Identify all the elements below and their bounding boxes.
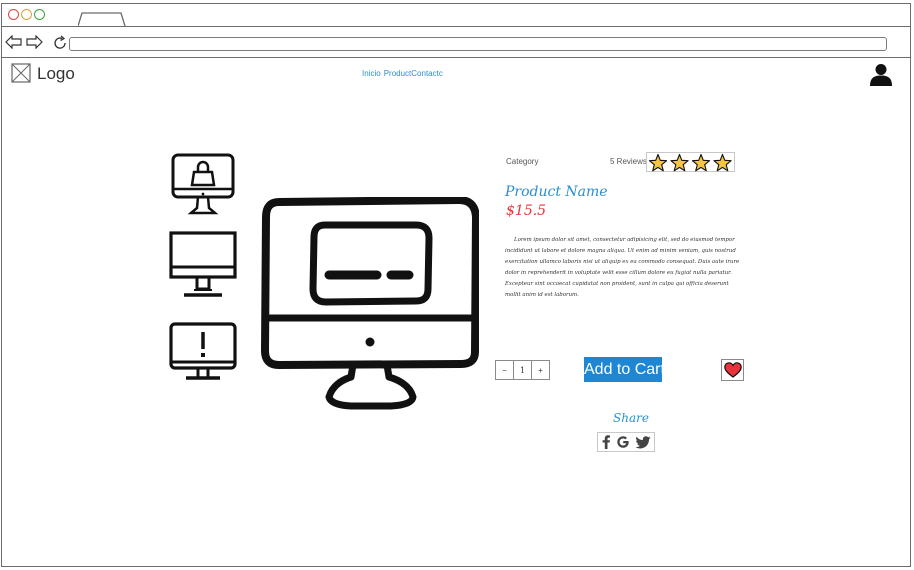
- minimize-window-button[interactable]: [21, 9, 32, 20]
- google-icon[interactable]: [616, 435, 630, 449]
- product-thumbnail-alert-monitor[interactable]: [169, 322, 237, 382]
- product-price: $15.5: [506, 203, 547, 219]
- add-to-favorites-button[interactable]: [721, 359, 744, 381]
- title-bar: [2, 4, 910, 27]
- maximize-window-button[interactable]: [34, 9, 45, 20]
- share-label: Share: [613, 411, 649, 425]
- product-thumbnail-blank-monitor[interactable]: [169, 231, 237, 301]
- product-description: Lorem ipsum dolor sit amet, consectetur …: [505, 237, 740, 299]
- nav-link-inicio[interactable]: Inicio: [362, 69, 381, 78]
- add-to-cart-button[interactable]: Add to Cart: [584, 357, 662, 382]
- facebook-icon[interactable]: [601, 435, 611, 449]
- reviews-count[interactable]: 5 Reviews: [610, 157, 647, 166]
- star-rating: [646, 152, 735, 172]
- url-field[interactable]: [69, 37, 887, 51]
- share-buttons: [597, 432, 655, 452]
- reload-icon[interactable]: [52, 35, 68, 51]
- product-category[interactable]: Category: [506, 157, 538, 166]
- product-thumbnail-lock-monitor[interactable]: [170, 153, 236, 219]
- top-navigation: Inicio ProductContactc: [362, 69, 446, 78]
- logo-image-placeholder-icon: [11, 63, 31, 83]
- logo-text[interactable]: Logo: [37, 64, 75, 84]
- product-main-image-monitor-card-icon: [261, 197, 479, 410]
- heart-icon: [723, 362, 742, 378]
- star-icon[interactable]: [713, 153, 732, 172]
- twitter-icon[interactable]: [635, 435, 651, 449]
- user-account-icon[interactable]: [869, 62, 893, 86]
- quantity-input[interactable]: 1: [513, 361, 532, 379]
- nav-link-contact[interactable]: Contactc: [411, 69, 443, 78]
- close-window-button[interactable]: [8, 9, 19, 20]
- browser-tab[interactable]: [78, 12, 126, 26]
- star-icon[interactable]: [670, 153, 689, 172]
- back-arrow-icon[interactable]: [5, 35, 23, 49]
- star-icon[interactable]: [648, 153, 668, 172]
- quantity-decrease-button[interactable]: −: [496, 361, 513, 379]
- forward-arrow-icon[interactable]: [25, 35, 43, 49]
- quantity-increase-button[interactable]: +: [532, 361, 549, 379]
- product-name: Product Name: [505, 184, 608, 200]
- address-bar-row: [2, 27, 910, 58]
- quantity-stepper: − 1 +: [495, 360, 550, 380]
- star-rating-icons: [648, 153, 732, 172]
- star-icon[interactable]: [691, 153, 711, 172]
- nav-link-product[interactable]: Product: [384, 69, 412, 78]
